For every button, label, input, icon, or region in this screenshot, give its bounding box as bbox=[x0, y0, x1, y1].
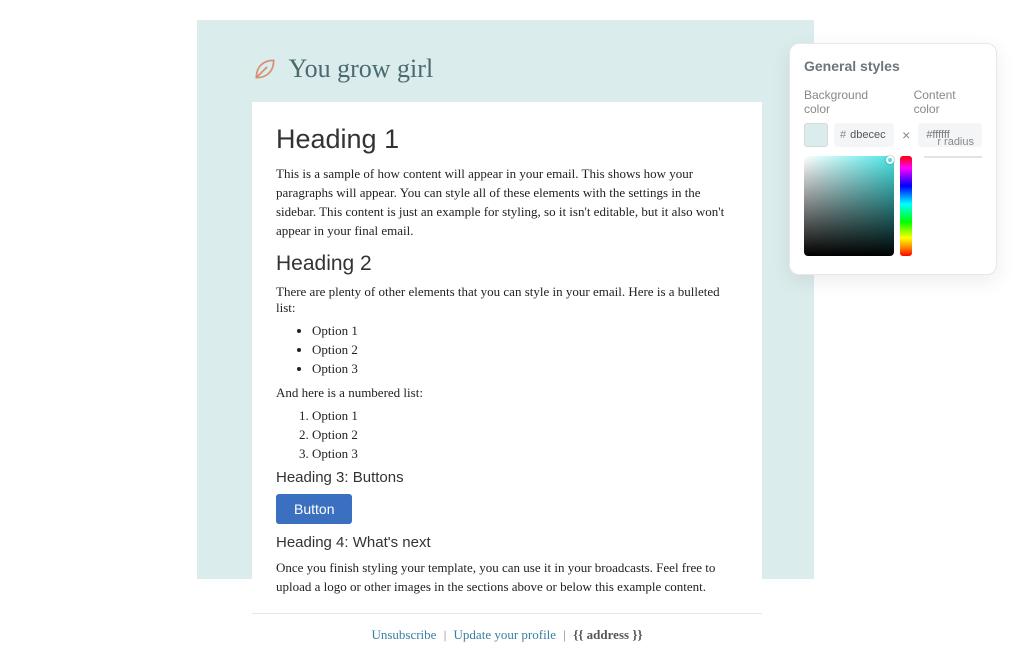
color-handle[interactable] bbox=[886, 156, 894, 164]
paragraph-2: There are plenty of other elements that … bbox=[276, 284, 738, 316]
email-body: Heading 1 This is a sample of how conten… bbox=[252, 102, 762, 613]
email-canvas: You grow girl Heading 1 This is a sample… bbox=[197, 20, 814, 579]
content-color-label: Content color bbox=[914, 88, 982, 116]
leaf-icon bbox=[252, 56, 278, 82]
heading-4: Heading 4: What's next bbox=[276, 534, 738, 551]
heading-3: Heading 3: Buttons bbox=[276, 469, 738, 486]
bulleted-list: Option 1 Option 2 Option 3 bbox=[276, 322, 738, 379]
close-icon[interactable]: × bbox=[900, 127, 912, 143]
list-item: Option 2 bbox=[312, 341, 738, 360]
heading-2: Heading 2 bbox=[276, 252, 738, 276]
brand-header: You grow girl bbox=[252, 54, 759, 84]
hex-input-wrapper: # bbox=[834, 123, 894, 147]
background-hex-input[interactable] bbox=[850, 129, 888, 141]
panel-title: General styles bbox=[804, 58, 982, 74]
list-item: Option 1 bbox=[312, 322, 738, 341]
list-item: Option 1 bbox=[312, 407, 738, 426]
update-profile-link[interactable]: Update your profile bbox=[454, 627, 557, 642]
saturation-value-pane[interactable] bbox=[804, 156, 894, 256]
paragraph-4: Once you finish styling your template, y… bbox=[276, 559, 738, 597]
general-styles-panel: General styles Background color Content … bbox=[789, 43, 997, 275]
background-color-label: Background color bbox=[804, 88, 894, 116]
paragraph-1: This is a sample of how content will app… bbox=[276, 165, 738, 240]
unsubscribe-link[interactable]: Unsubscribe bbox=[371, 627, 436, 642]
sample-button[interactable]: Button bbox=[276, 494, 352, 524]
email-footer: Unsubscribe | Update your profile | {{ a… bbox=[252, 613, 762, 656]
brand-name: You grow girl bbox=[288, 54, 433, 83]
list-item: Option 2 bbox=[312, 426, 738, 445]
list-item: Option 3 bbox=[312, 360, 738, 379]
numbered-list: Option 1 Option 2 Option 3 bbox=[276, 407, 738, 464]
list-item: Option 3 bbox=[312, 445, 738, 464]
color-picker bbox=[804, 156, 984, 256]
hue-slider[interactable] bbox=[900, 156, 912, 256]
radius-label: r radius bbox=[937, 136, 974, 148]
heading-1: Heading 1 bbox=[276, 124, 738, 155]
paragraph-3: And here is a numbered list: bbox=[276, 385, 738, 401]
address-placeholder: {{ address }} bbox=[573, 627, 642, 642]
background-color-swatch[interactable] bbox=[804, 123, 828, 147]
hash-icon: # bbox=[840, 129, 846, 141]
